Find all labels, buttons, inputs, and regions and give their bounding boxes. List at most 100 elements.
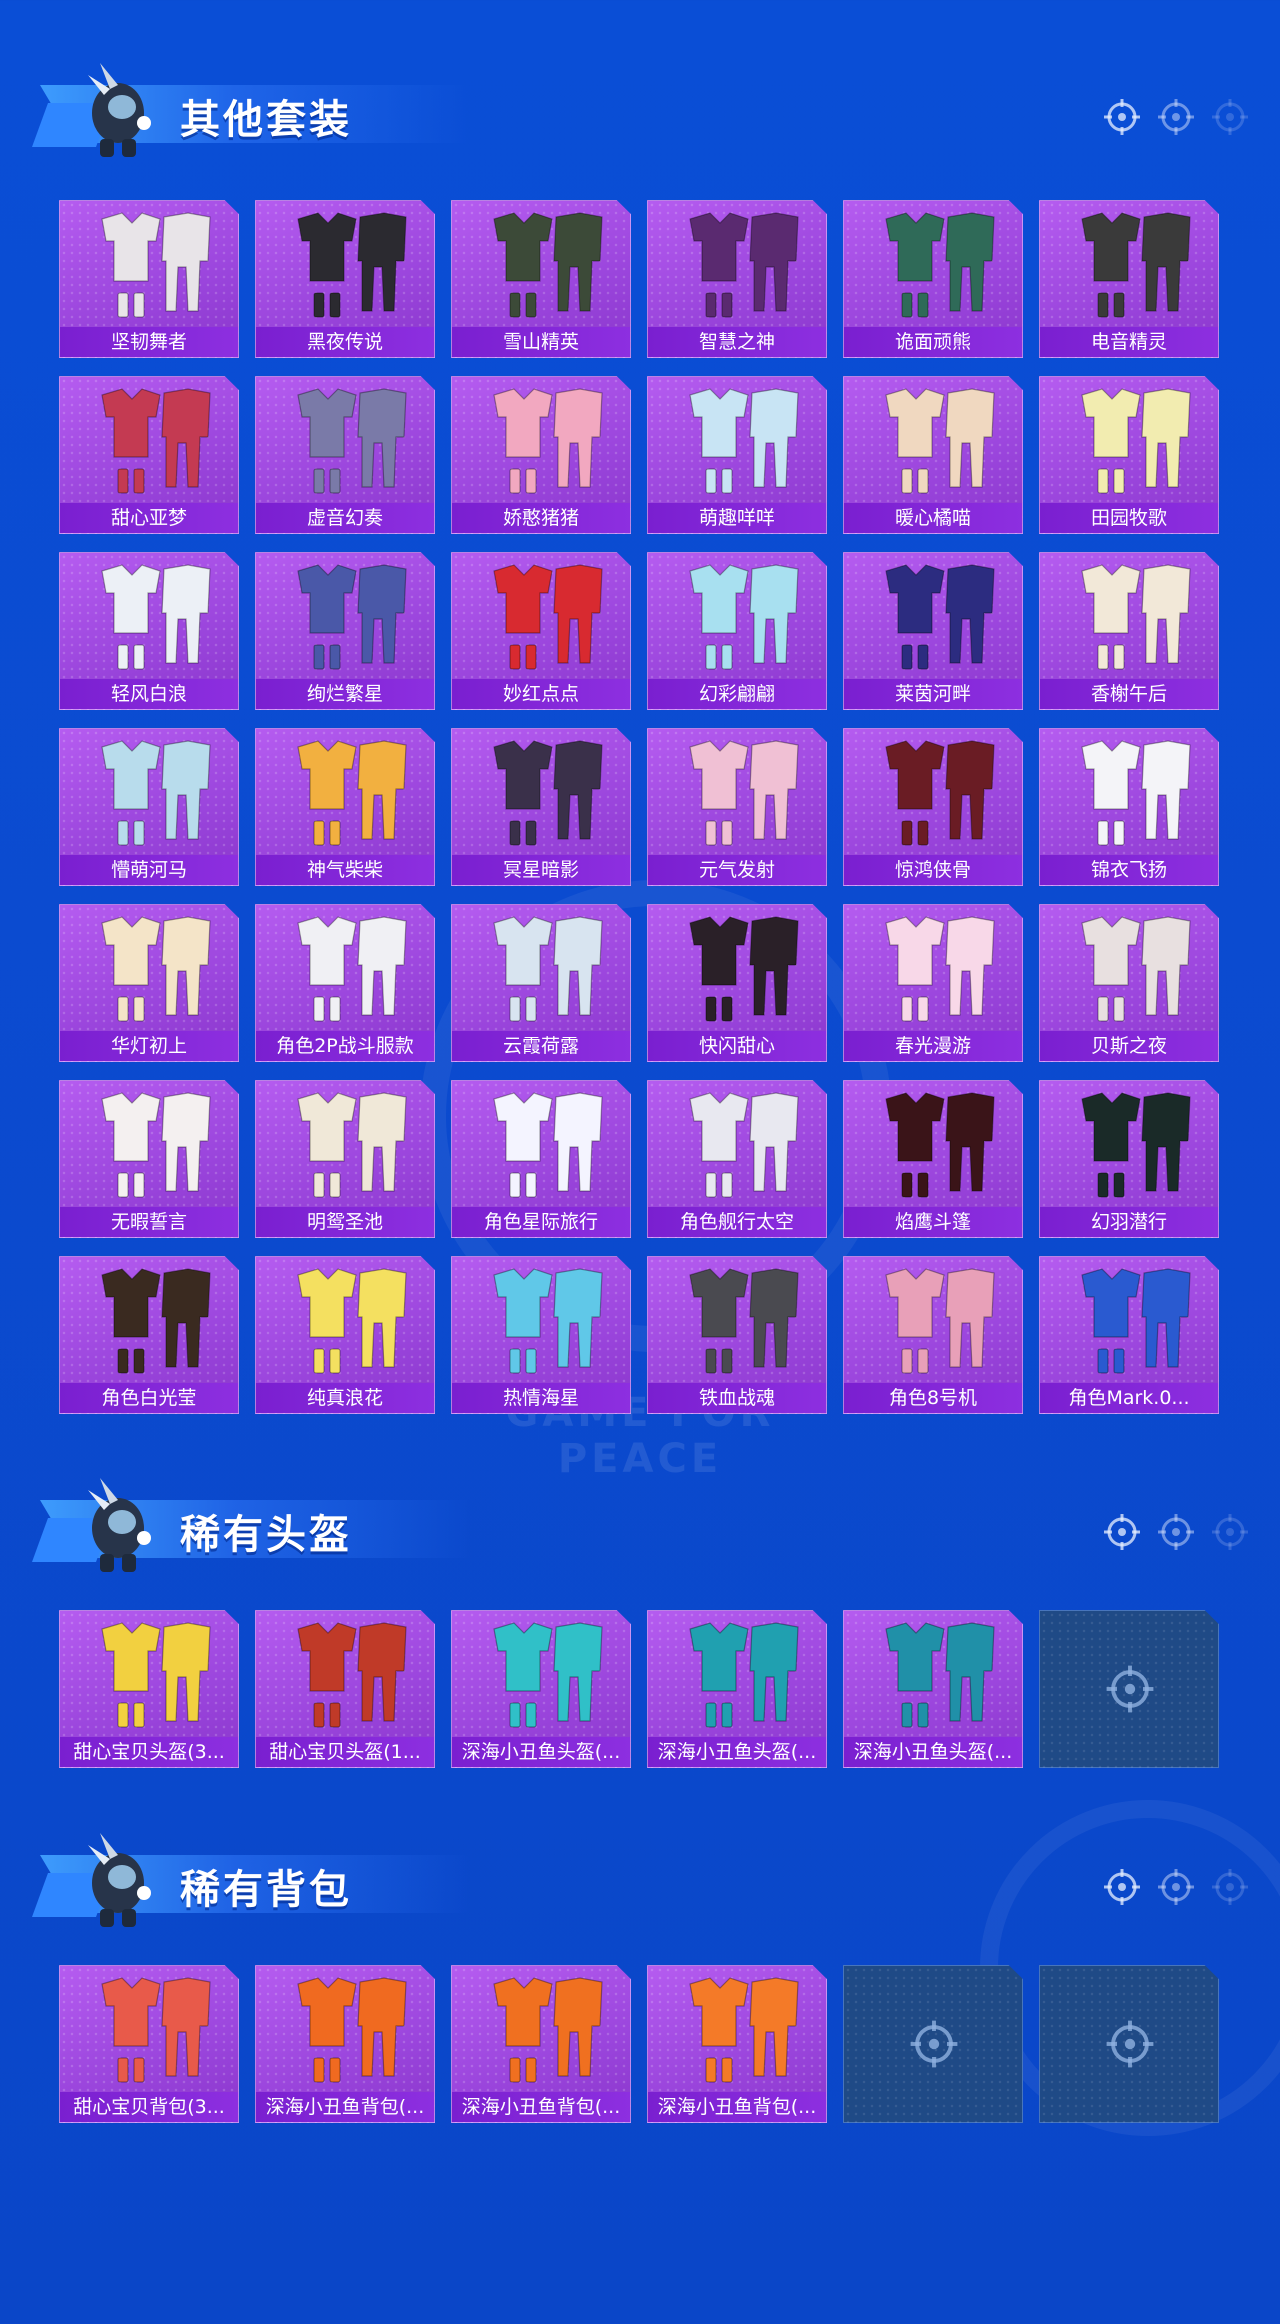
- item-image: [256, 1611, 434, 1737]
- item-label: 甜心宝贝头盔(1...: [256, 1737, 434, 1767]
- item-card[interactable]: 香榭午后: [1039, 552, 1219, 710]
- item-card[interactable]: 角色星际旅行: [451, 1080, 631, 1238]
- item-card[interactable]: 焰鹰斗篷: [843, 1080, 1023, 1238]
- item-image: [256, 905, 434, 1031]
- item-card[interactable]: 坚韧舞者: [59, 200, 239, 358]
- empty-slot: [843, 1965, 1023, 2123]
- item-card[interactable]: 萌趣咩咩: [647, 376, 827, 534]
- item-card[interactable]: 妙红点点: [451, 552, 631, 710]
- item-card[interactable]: 暖心橘喵: [843, 376, 1023, 534]
- item-label: 幻彩翩翩: [648, 679, 826, 709]
- item-label: 元气发射: [648, 855, 826, 885]
- item-card[interactable]: 轻风白浪: [59, 552, 239, 710]
- item-label: 深海小丑鱼背包(...: [452, 2092, 630, 2122]
- item-image: [452, 729, 630, 855]
- item-image: [1040, 201, 1218, 327]
- item-card[interactable]: 智慧之神: [647, 200, 827, 358]
- item-label: 惊鸿侠骨: [844, 855, 1022, 885]
- item-card[interactable]: 绚烂繁星: [255, 552, 435, 710]
- item-card[interactable]: 深海小丑鱼背包(...: [255, 1965, 435, 2123]
- item-card[interactable]: 热情海星: [451, 1256, 631, 1414]
- item-label: 锦衣飞扬: [1040, 855, 1218, 885]
- item-card[interactable]: 铁血战魂: [647, 1256, 827, 1414]
- item-grid: 坚韧舞者 黑夜传说 雪山精英 智慧之神 诡面顽熊 电音精灵 甜心亚梦 虚音幻奏 …: [59, 200, 1219, 1414]
- item-card[interactable]: 春光漫游: [843, 904, 1023, 1062]
- item-card[interactable]: 冥星暗影: [451, 728, 631, 886]
- item-image: [648, 553, 826, 679]
- item-card[interactable]: 甜心亚梦: [59, 376, 239, 534]
- item-label: 无暇誓言: [60, 1207, 238, 1237]
- empty-slot: [1039, 1965, 1219, 2123]
- item-card[interactable]: 甜心宝贝背包(3...: [59, 1965, 239, 2123]
- item-label: 虚音幻奏: [256, 503, 434, 533]
- item-label: 坚韧舞者: [60, 327, 238, 357]
- item-card[interactable]: 云霞荷露: [451, 904, 631, 1062]
- item-label: 角色Mark.0...: [1040, 1383, 1218, 1413]
- item-label: 深海小丑鱼背包(...: [256, 2092, 434, 2122]
- item-image: [452, 905, 630, 1031]
- item-card[interactable]: 角色8号机: [843, 1256, 1023, 1414]
- item-label: 萌趣咩咩: [648, 503, 826, 533]
- item-label: 诡面顽熊: [844, 327, 1022, 357]
- item-card[interactable]: 深海小丑鱼背包(...: [451, 1965, 631, 2123]
- item-card[interactable]: 华灯初上: [59, 904, 239, 1062]
- item-image: [60, 1966, 238, 2092]
- item-card[interactable]: 娇憨猪猪: [451, 376, 631, 534]
- item-card[interactable]: 角色白光莹: [59, 1256, 239, 1414]
- item-card[interactable]: 角色2P战斗服款: [255, 904, 435, 1062]
- item-card[interactable]: 深海小丑鱼头盔(...: [843, 1610, 1023, 1768]
- item-image: [256, 377, 434, 503]
- item-image: [1040, 377, 1218, 503]
- item-label: 铁血战魂: [648, 1383, 826, 1413]
- item-card[interactable]: 雪山精英: [451, 200, 631, 358]
- crosshair-icon: [1102, 97, 1142, 137]
- item-image: [452, 1257, 630, 1383]
- item-card[interactable]: 锦衣飞扬: [1039, 728, 1219, 886]
- item-card[interactable]: 贝斯之夜: [1039, 904, 1219, 1062]
- item-image: [844, 1611, 1022, 1737]
- item-label: 明鸳圣池: [256, 1207, 434, 1237]
- item-card[interactable]: 懵萌河马: [59, 728, 239, 886]
- item-card[interactable]: 虚音幻奏: [255, 376, 435, 534]
- item-label: 幻羽潜行: [1040, 1207, 1218, 1237]
- item-card[interactable]: 明鸳圣池: [255, 1080, 435, 1238]
- item-card[interactable]: 甜心宝贝头盔(3...: [59, 1610, 239, 1768]
- item-label: 贝斯之夜: [1040, 1031, 1218, 1061]
- item-card[interactable]: 深海小丑鱼背包(...: [647, 1965, 827, 2123]
- item-card[interactable]: 神气柴柴: [255, 728, 435, 886]
- item-card[interactable]: 惊鸿侠骨: [843, 728, 1023, 886]
- item-card[interactable]: 诡面顽熊: [843, 200, 1023, 358]
- item-card[interactable]: 角色Mark.0...: [1039, 1256, 1219, 1414]
- item-card[interactable]: 深海小丑鱼头盔(...: [647, 1610, 827, 1768]
- item-card[interactable]: 无暇誓言: [59, 1080, 239, 1238]
- item-card[interactable]: 幻彩翩翩: [647, 552, 827, 710]
- item-card[interactable]: 角色舰行太空: [647, 1080, 827, 1238]
- item-card[interactable]: 快闪甜心: [647, 904, 827, 1062]
- crosshair-icon: [1210, 97, 1250, 137]
- item-card[interactable]: 甜心宝贝头盔(1...: [255, 1610, 435, 1768]
- item-label: 冥星暗影: [452, 855, 630, 885]
- crosshair-icon: [1210, 1867, 1250, 1907]
- item-image: [256, 201, 434, 327]
- item-card[interactable]: 幻羽潜行: [1039, 1080, 1219, 1238]
- item-label: 暖心橘喵: [844, 503, 1022, 533]
- item-image: [648, 1081, 826, 1207]
- item-label: 角色星际旅行: [452, 1207, 630, 1237]
- item-card[interactable]: 田园牧歌: [1039, 376, 1219, 534]
- item-image: [648, 377, 826, 503]
- item-image: [844, 1081, 1022, 1207]
- item-card[interactable]: 纯真浪花: [255, 1256, 435, 1414]
- section-title: 稀有头盔: [180, 1512, 352, 1558]
- item-image: [1040, 905, 1218, 1031]
- item-label: 甜心宝贝背包(3...: [60, 2092, 238, 2122]
- item-card[interactable]: 电音精灵: [1039, 200, 1219, 358]
- item-label: 角色舰行太空: [648, 1207, 826, 1237]
- item-image: [648, 1257, 826, 1383]
- item-card[interactable]: 莱茵河畔: [843, 552, 1023, 710]
- item-image: [452, 377, 630, 503]
- item-card[interactable]: 深海小丑鱼头盔(...: [451, 1610, 631, 1768]
- item-card[interactable]: 元气发射: [647, 728, 827, 886]
- crosshair-icon: [1102, 1867, 1142, 1907]
- item-image: [648, 905, 826, 1031]
- item-card[interactable]: 黑夜传说: [255, 200, 435, 358]
